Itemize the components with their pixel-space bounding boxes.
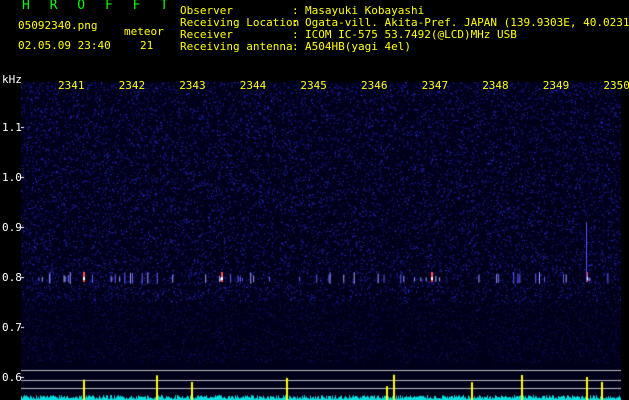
frequency-tick-label: 0.9 [2,221,22,234]
time-tick-label: 2343 [179,79,206,92]
time-tick-label: 2347 [421,79,449,92]
antenna-value: A504HB(yagi 4el) [305,40,411,53]
time-tick-label: 2346 [361,79,388,92]
frequency-tick-label: 0.8 [2,271,22,284]
frequency-tick-label: 1.1 [2,121,22,134]
spectrogram-canvas [21,82,621,400]
time-tick-label: 2349 [542,79,570,92]
image-filename: 05092340.png [18,19,98,32]
observation-datetime: 02.05.09 23:40 [18,39,111,52]
time-tick-label: 2348 [482,79,509,92]
time-tick-label: 2350 [603,79,629,92]
y-axis-unit: kHz [2,73,22,86]
colon-separator: : [292,40,299,53]
hrofft-window: H R O F F T 05092340.png 02.05.09 23:40 … [0,0,629,400]
frequency-tick-label: 0.6 [2,371,22,384]
time-tick-label: 2345 [300,79,327,92]
app-title: H R O F F T [22,0,175,13]
frequency-tick-label: 1.0 [2,171,22,184]
frequency-tick-label: 0.7 [2,321,22,334]
antenna-label: Receiving antenna [180,40,293,53]
time-tick-label: 2341 [58,79,85,92]
meteor-label: meteor [124,25,164,38]
time-tick-label: 2344 [239,79,267,92]
time-tick-label: 2342 [118,79,146,92]
meteor-count: 21 [140,39,154,52]
